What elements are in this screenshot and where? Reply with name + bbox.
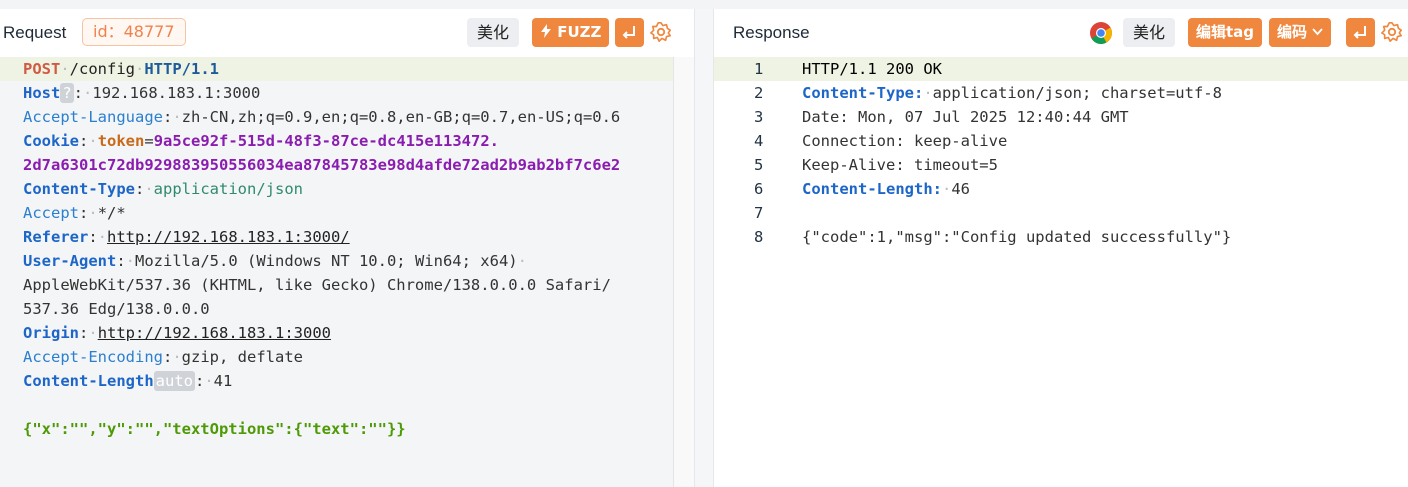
- response-editor[interactable]: 1 HTTP/1.1 200 OK 2 Content-Type:·applicat…: [714, 57, 1408, 487]
- fuzz-label: FUZZ: [557, 23, 602, 41]
- response-header: Response 美化 编辑tag 编码: [714, 9, 1408, 57]
- beautify-button[interactable]: 美化: [467, 18, 520, 47]
- request-title: Request: [3, 23, 67, 42]
- request-line: POST·/config·HTTP/1.1: [0, 57, 694, 81]
- response-line: 1 HTTP/1.1 200 OK: [714, 57, 1408, 81]
- enter-icon: [622, 26, 635, 39]
- enter-icon: [1353, 26, 1366, 39]
- request-method: POST: [23, 60, 61, 78]
- header-line-referer: Referer:·http://192.168.183.1:3000/: [23, 228, 350, 246]
- response-beautify-button[interactable]: 美化: [1123, 18, 1176, 47]
- encoding-button[interactable]: 编码: [1269, 18, 1332, 47]
- encoding-label: 编码: [1277, 23, 1308, 41]
- chrome-icon[interactable]: [1089, 21, 1113, 45]
- origin-link[interactable]: http://192.168.183.1:3000: [98, 324, 331, 342]
- referer-link[interactable]: http://192.168.183.1:3000/: [107, 228, 350, 246]
- lightning-icon: [541, 24, 551, 38]
- response-panel: Response 美化 编辑tag 编码 1 HTTP/1.1 200 OK 2C…: [713, 9, 1408, 487]
- fuzz-button[interactable]: FUZZ: [532, 18, 610, 47]
- header-line-content-type: Content-Type:·application/json: [23, 180, 303, 198]
- response-enter-button[interactable]: [1346, 18, 1375, 47]
- header-line-cookie: Cookie:·token=9a5ce92f-515d-48f3-87ce-dc…: [23, 132, 499, 150]
- response-line: 6 Content-Length:·46: [754, 180, 970, 198]
- response-line: 8 {"code":1,"msg":"Config updated success…: [714, 225, 1408, 249]
- response-line: 4 Connection: keep-alive: [754, 132, 1008, 150]
- header-line-origin: Origin:·http://192.168.183.1:3000: [23, 324, 331, 342]
- request-version: HTTP/1.1: [144, 60, 219, 78]
- header-line-user-agent-cont2: 537.36 Edg/138.0.0.0: [23, 300, 210, 318]
- panel-divider[interactable]: [695, 9, 713, 487]
- response-title: Response: [733, 23, 810, 42]
- header-line-accept-language: Accept-Language:·zh-CN,zh;q=0.9,en;q=0.8…: [23, 108, 621, 126]
- request-editor[interactable]: POST·/config·HTTP/1.1 Host?:·192.168.183…: [0, 57, 694, 487]
- header-line-accept: Accept:·*/*: [23, 204, 126, 222]
- response-line: 2 Content-Type:·application/json; charset…: [754, 84, 1222, 102]
- header-line-user-agent-cont: AppleWebKit/537.36 (KHTML, like Gecko) C…: [23, 276, 611, 294]
- send-enter-button[interactable]: [615, 18, 644, 47]
- gear-icon[interactable]: [650, 21, 672, 43]
- header-line-user-agent: User-Agent:·Mozilla/5.0 (Windows NT 10.0…: [23, 252, 527, 270]
- header-line-accept-encoding: Accept-Encoding:·gzip, deflate: [23, 348, 303, 366]
- request-scrollbar[interactable]: [673, 57, 694, 487]
- request-panel: Request id：48777 美化 FUZZ POST·/config·HT…: [0, 9, 695, 487]
- request-id-badge: id：48777: [82, 18, 186, 46]
- request-path: /config: [69, 60, 135, 78]
- request-body-line: {"x":"","y":"","textOptions":{"text":""}…: [0, 417, 694, 441]
- header-line-content-length: Content-Length auto:·41: [23, 371, 233, 391]
- chevron-down-icon: [1312, 28, 1323, 36]
- response-line: 5 Keep-Alive: timeout=5: [754, 156, 998, 174]
- host-hint-icon[interactable]: ?: [60, 83, 74, 103]
- header-line-cookie-cont: 2d7a6301c72db929883950556034ea87845783e9…: [23, 156, 621, 174]
- header-line-host: Host?:·192.168.183.1:3000: [23, 83, 261, 103]
- gear-icon[interactable]: [1381, 21, 1403, 43]
- response-line: 7: [754, 204, 764, 222]
- response-line: 3 Date: Mon, 07 Jul 2025 12:40:44 GMT: [754, 108, 1129, 126]
- response-body: {"code":1,"msg":"Config updated successf…: [802, 228, 1232, 246]
- auto-tag[interactable]: auto: [153, 371, 195, 391]
- request-body: {"x":"","y":"","textOptions":{"text":""}…: [23, 420, 406, 438]
- top-strip: [0, 0, 1408, 9]
- request-header: Request id：48777 美化 FUZZ: [0, 9, 694, 57]
- edit-tag-button[interactable]: 编辑tag: [1188, 18, 1263, 47]
